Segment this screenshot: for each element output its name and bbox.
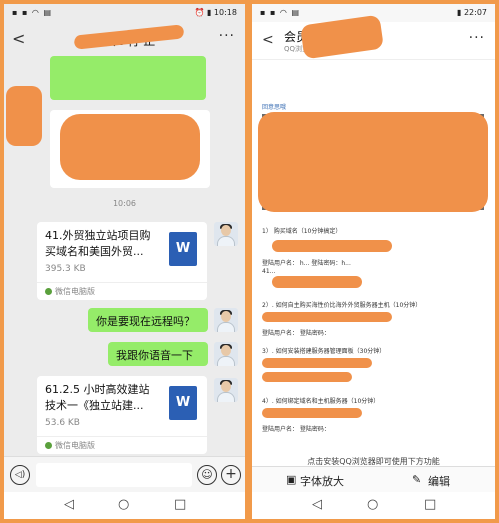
nav-recent-icon[interactable]: □ — [424, 497, 436, 512]
system-nav-bar: ◁ ○ □ — [4, 492, 245, 519]
status-time: ▮ 22:07 — [457, 8, 487, 17]
avatar[interactable] — [214, 308, 238, 332]
doc-line: 2）. 如何自主购买海性价比海外外贸服务器主机（10分钟） — [262, 302, 422, 309]
document-body: 回意思哦 1） 购买域名（10分钟搞定） 登陆用户名： h... 登陆密码：h.… — [252, 62, 495, 452]
back-icon[interactable]: < — [12, 29, 25, 48]
nav-home-icon[interactable]: ○ — [118, 497, 129, 512]
nav-recent-icon[interactable]: □ — [174, 497, 186, 512]
file-source-label: 微信电脑版 — [55, 441, 95, 450]
file-name: 41.外贸独立站项目购买域名和美国外贸... — [45, 229, 151, 258]
left-phone-screen: ▪ ▪ ◠ ▤ ⏰ ▮ 10:18 < 会员2 行 正 ··· 10:06 41… — [4, 4, 245, 519]
status-time: ⏰ ▮ 10:18 — [194, 8, 237, 17]
nav-back-icon[interactable]: ◁ — [64, 497, 74, 512]
doc-line: 登陆用户名： h... 登陆密码：h... — [262, 260, 351, 267]
file-message-card[interactable]: 61.2.5 小时高效建站技术一《独立站建... 53.6 KB W 微信电脑版 — [37, 376, 207, 454]
system-nav-bar: ◁ ○ □ — [252, 492, 495, 519]
plus-icon[interactable]: + — [221, 465, 241, 485]
file-source-label: 微信电脑版 — [55, 287, 95, 296]
wechat-pc-icon — [45, 442, 52, 449]
message-bubble-sent[interactable]: 我跟你语音一下 — [108, 342, 208, 366]
font-enlarge-icon[interactable]: ▣ — [286, 473, 296, 486]
more-icon[interactable]: ··· — [219, 28, 235, 44]
back-icon[interactable]: < — [262, 32, 274, 48]
doc-line: 登陆用户名： 登陆密码： — [262, 330, 330, 337]
avatar[interactable] — [214, 378, 238, 402]
redaction-scribble — [272, 276, 362, 288]
redaction-scribble — [262, 408, 362, 418]
redaction-scribble — [272, 240, 392, 252]
avatar[interactable] — [214, 342, 238, 366]
file-size: 53.6 KB — [45, 418, 80, 428]
word-document-icon: W — [169, 386, 197, 420]
redaction-scribble — [6, 86, 42, 146]
redaction-scribble — [262, 358, 372, 368]
redaction-scribble — [258, 112, 488, 212]
edit-icon[interactable]: ✎ — [412, 473, 421, 486]
right-phone-screen: ▪ ▪ ◠ ▤ ▮ 22:07 < 会员2 ...docx QQ浏览器文件服务 … — [252, 4, 495, 519]
edit-button[interactable]: 编辑 — [428, 473, 450, 489]
avatar[interactable] — [214, 222, 238, 246]
doc-line: 41... — [262, 268, 276, 275]
file-message-card[interactable]: 41.外贸独立站项目购买域名和美国外贸... 395.3 KB W 微信电脑版 — [37, 222, 207, 300]
doc-line: 1） 购买域名（10分钟搞定） — [262, 228, 342, 235]
doc-line: 4）. 如何绑定域名和主机服务器（10分钟） — [262, 398, 380, 405]
wechat-pc-icon — [45, 288, 52, 295]
word-document-icon: W — [169, 232, 197, 266]
status-bar: ▪ ▪ ◠ ▤ ⏰ ▮ 10:18 — [4, 4, 245, 22]
redaction-scribble — [262, 372, 352, 382]
file-source: 微信电脑版 — [37, 282, 207, 300]
file-size: 395.3 KB — [45, 264, 86, 274]
doc-line: 3）. 如何安装搭建服务器管理面板（30分钟） — [262, 348, 386, 355]
emoji-icon[interactable]: ☺ — [197, 465, 217, 485]
more-icon[interactable]: ··· — [469, 30, 485, 46]
status-icons: ▪ ▪ ◠ ▤ — [12, 8, 53, 17]
nav-back-icon[interactable]: ◁ — [312, 497, 322, 512]
doc-actions-bar: ▣ 字体放大 ✎ 编辑 — [252, 466, 495, 492]
voice-input-icon[interactable]: ◁) — [10, 465, 30, 485]
redaction-scribble — [262, 312, 392, 322]
doc-line: 登陆用户名： 登陆密码： — [262, 426, 330, 433]
time-divider: 10:06 — [112, 199, 137, 208]
nav-home-icon[interactable]: ○ — [367, 497, 378, 512]
font-enlarge-button[interactable]: 字体放大 — [300, 473, 344, 489]
file-name: 61.2.5 小时高效建站技术一《独立站建... — [45, 383, 150, 412]
file-source: 微信电脑版 — [37, 436, 207, 454]
doc-header-link[interactable]: 回意思哦 — [262, 102, 286, 111]
message-input[interactable] — [36, 463, 192, 487]
redaction-scribble — [60, 114, 200, 180]
input-bar: ◁) ☺ + — [4, 456, 245, 492]
message-bubble-sent[interactable] — [50, 56, 206, 100]
status-icons: ▪ ▪ ◠ ▤ — [260, 8, 301, 17]
message-bubble-sent[interactable]: 你是要现在远程吗？ — [88, 308, 208, 332]
